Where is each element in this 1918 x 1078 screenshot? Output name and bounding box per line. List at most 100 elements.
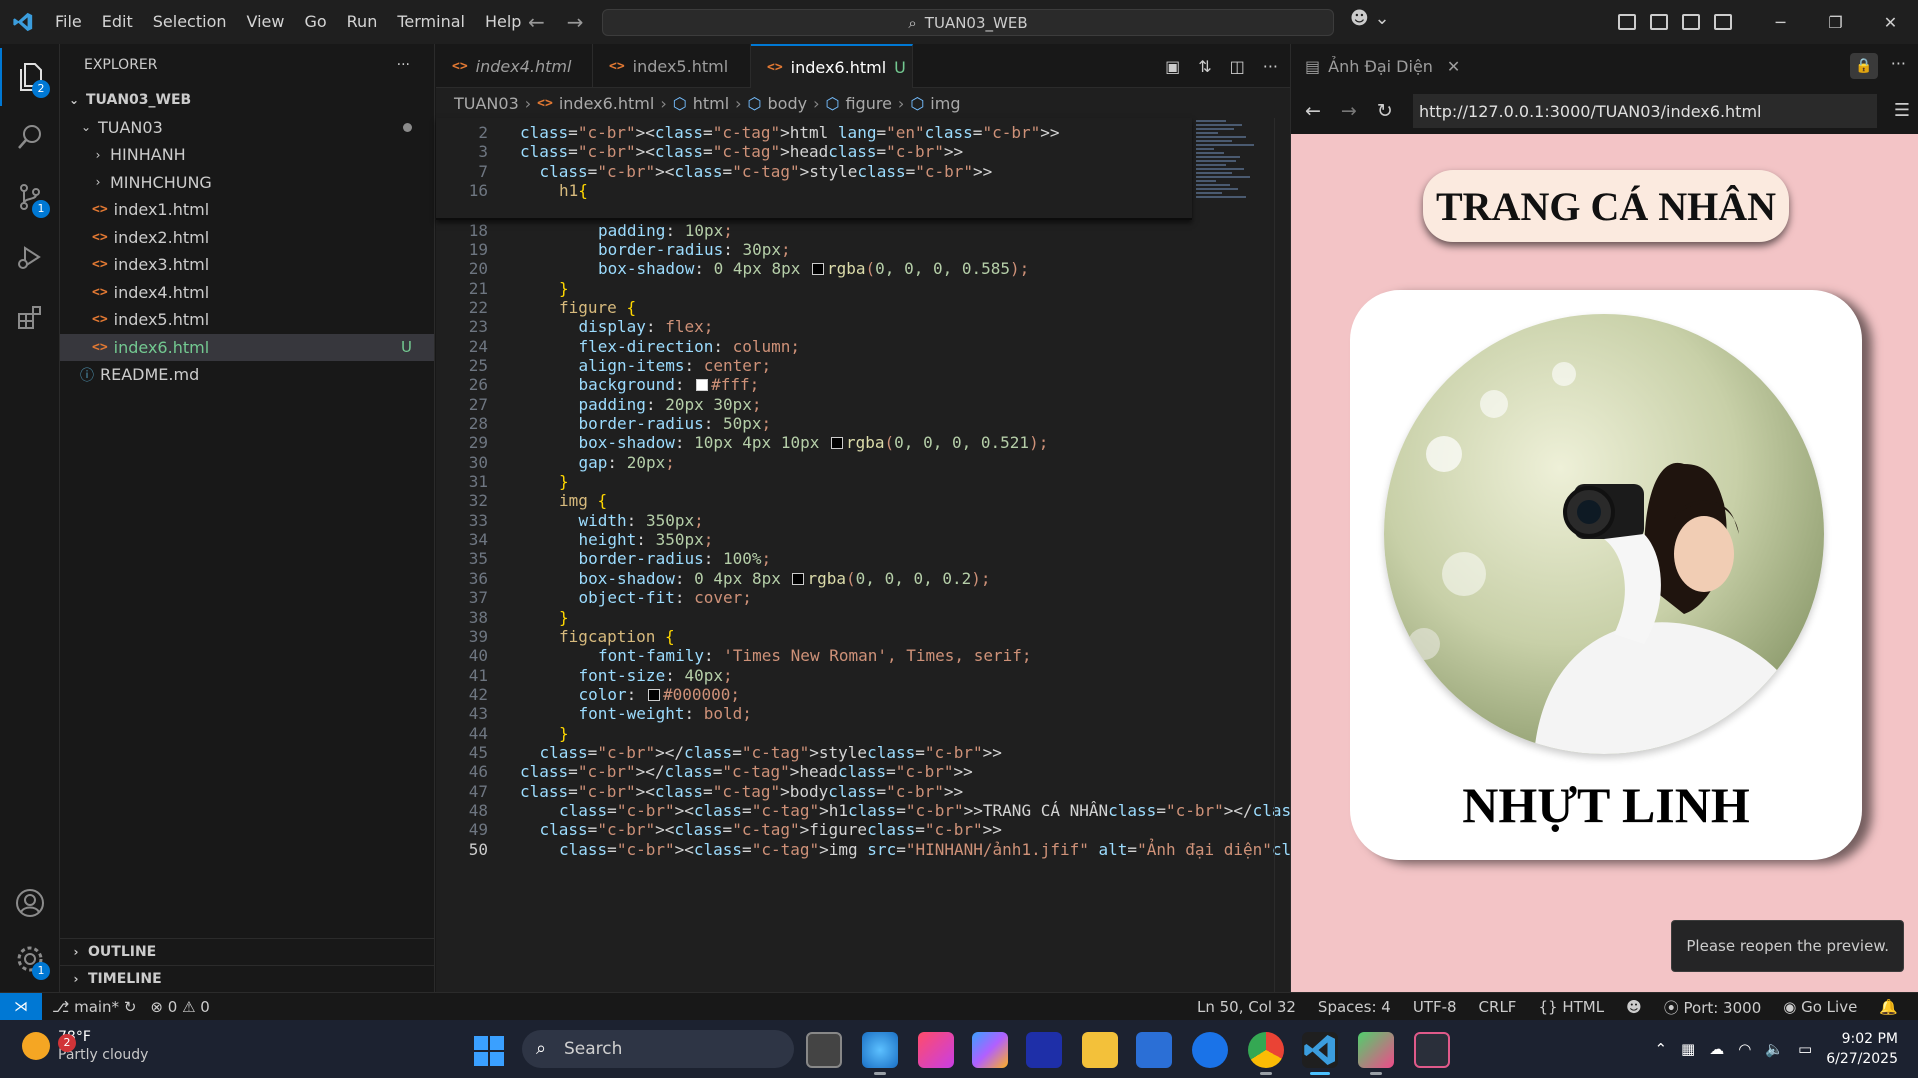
battery-icon[interactable]: ▭: [1798, 1040, 1812, 1058]
branch-status[interactable]: ⎇ main* ↻: [52, 998, 136, 1016]
menu-icon[interactable]: ☰: [1894, 100, 1910, 121]
breadcrumb-item[interactable]: index6.html: [559, 94, 654, 113]
explorer-icon[interactable]: 2: [0, 48, 60, 106]
wifi-icon[interactable]: ◠: [1738, 1040, 1751, 1058]
notifications-bell-icon[interactable]: 🔔: [1879, 998, 1898, 1016]
menu-selection[interactable]: Selection: [144, 0, 236, 44]
menu-terminal[interactable]: Terminal: [388, 0, 474, 44]
folder-minhchung[interactable]: › MINHCHUNG: [60, 169, 434, 197]
indentation-status[interactable]: Spaces: 4: [1318, 998, 1391, 1016]
accounts-icon[interactable]: [0, 874, 60, 932]
file-index1[interactable]: <> index1.html: [60, 196, 434, 224]
tab-index5[interactable]: <> index5.html: [593, 44, 751, 88]
chevron-up-icon[interactable]: ⌃: [1654, 1040, 1667, 1058]
copilot-icon[interactable]: ☻ ⌄: [1350, 8, 1390, 29]
snipping-tool-icon[interactable]: [1414, 1032, 1450, 1068]
extensions-icon[interactable]: [0, 288, 60, 346]
forward-arrow-icon[interactable]: →: [567, 10, 584, 34]
workspace-root[interactable]: ⌄ TUAN03_WEB: [60, 86, 434, 114]
more-actions-icon[interactable]: ···: [1891, 54, 1906, 73]
zalo-icon[interactable]: [1192, 1032, 1228, 1068]
taskbar-search[interactable]: ⌕ Search: [522, 1030, 794, 1068]
chrome-icon[interactable]: [1248, 1032, 1284, 1075]
close-icon[interactable]: ✕: [1863, 13, 1918, 32]
folder-hinhanh[interactable]: › HINHANH: [60, 141, 434, 169]
code-line[interactable]: 50 class="c-br"><class="c-tag">img src="H…: [436, 837, 1407, 861]
port-status[interactable]: ⦿ Port: 3000: [1664, 997, 1762, 1018]
open-preview-icon[interactable]: ▣: [1165, 57, 1180, 76]
run-debug-icon[interactable]: [0, 228, 60, 286]
vscode-taskbar-icon[interactable]: [1302, 1032, 1338, 1075]
creative-cloud-icon[interactable]: [918, 1032, 954, 1068]
preview-tab-title[interactable]: Ảnh Đại Diện: [1328, 57, 1433, 76]
more-actions-icon[interactable]: ···: [1263, 57, 1278, 76]
file-index4[interactable]: <> index4.html: [60, 279, 434, 307]
vertical-scrollbar[interactable]: [1274, 118, 1288, 992]
outline-section[interactable]: › OUTLINE: [60, 938, 435, 965]
manage-gear-icon[interactable]: 1: [0, 930, 60, 988]
more-actions-icon[interactable]: ···: [397, 57, 410, 73]
code-line[interactable]: 16 h1{: [436, 179, 1196, 203]
file-index5[interactable]: <> index5.html: [60, 306, 434, 334]
back-arrow-icon[interactable]: ←: [1305, 100, 1321, 122]
eol-status[interactable]: CRLF: [1479, 998, 1517, 1016]
folder-tuan03[interactable]: ⌄ TUAN03: [60, 114, 434, 142]
search-icon[interactable]: [0, 108, 60, 166]
go-live-status[interactable]: ◉ Go Live: [1783, 998, 1857, 1016]
breadcrumb-item[interactable]: TUAN03: [454, 94, 519, 113]
cursor-position[interactable]: Ln 50, Col 32: [1197, 998, 1296, 1016]
file-index6[interactable]: <> index6.html U: [60, 333, 434, 361]
copilot-status-icon[interactable]: ☻: [1626, 998, 1642, 1016]
forward-arrow-icon[interactable]: →: [1341, 100, 1357, 122]
customize-layout-icon[interactable]: [1618, 14, 1636, 30]
language-mode[interactable]: {} HTML: [1538, 998, 1604, 1016]
reload-icon[interactable]: ↻: [1377, 100, 1393, 122]
menu-run[interactable]: Run: [338, 0, 387, 44]
file-index3[interactable]: <> index3.html: [60, 251, 434, 279]
source-control-icon[interactable]: 1: [0, 168, 60, 226]
menu-view[interactable]: View: [238, 0, 294, 44]
menu-edit[interactable]: Edit: [93, 0, 142, 44]
edge-browser-icon[interactable]: [862, 1032, 898, 1075]
minimize-icon[interactable]: ─: [1753, 13, 1808, 32]
weather-widget[interactable]: 2 78°F Partly cloudy: [22, 1028, 148, 1064]
file-readme[interactable]: ⓘ README.md: [60, 361, 434, 389]
microsoft-store-icon[interactable]: [1136, 1032, 1172, 1068]
remote-icon[interactable]: ⋊: [0, 993, 42, 1020]
encoding-status[interactable]: UTF-8: [1413, 998, 1457, 1016]
tab-index6[interactable]: <> index6.html U: [751, 44, 913, 88]
lock-icon[interactable]: 🔒: [1850, 53, 1878, 79]
menu-file[interactable]: File: [46, 0, 91, 44]
problems-status[interactable]: ⊗ 0 ⚠ 0: [150, 998, 209, 1016]
toggle-sidebar-icon[interactable]: [1650, 14, 1668, 30]
copilot-app-icon[interactable]: [972, 1032, 1008, 1068]
menu-go[interactable]: Go: [295, 0, 335, 44]
tray-cloud-icon[interactable]: ☁: [1709, 1040, 1724, 1058]
menu-help[interactable]: Help: [476, 0, 530, 44]
breadcrumb-item[interactable]: img: [930, 94, 960, 113]
task-view-icon[interactable]: [806, 1032, 842, 1068]
breadcrumb-item[interactable]: html: [693, 94, 729, 113]
toggle-panel-icon[interactable]: [1682, 14, 1700, 30]
tray-app-icon[interactable]: ▦: [1681, 1040, 1695, 1058]
back-arrow-icon[interactable]: ←: [528, 10, 545, 34]
timeline-section[interactable]: › TIMELINE: [60, 965, 435, 992]
file-explorer-icon[interactable]: [1082, 1032, 1118, 1068]
clock[interactable]: 9:02 PM 6/27/2025: [1826, 1029, 1898, 1069]
file-index2[interactable]: <> index2.html: [60, 224, 434, 252]
colorful-app-icon[interactable]: [1358, 1032, 1394, 1075]
preview-notification[interactable]: Please reopen the preview.: [1671, 920, 1904, 972]
breadcrumb-item[interactable]: figure: [845, 94, 891, 113]
vscode-insiders-icon[interactable]: [1026, 1032, 1062, 1068]
command-center[interactable]: ⌕ TUAN03_WEB: [602, 9, 1334, 36]
compare-changes-icon[interactable]: ⇅: [1198, 57, 1211, 76]
minimap[interactable]: [1196, 118, 1268, 238]
preview-url-bar[interactable]: http://127.0.0.1:3000/TUAN03/index6.html: [1413, 94, 1877, 128]
restore-icon[interactable]: ❐: [1808, 13, 1863, 32]
tab-index4[interactable]: <> index4.html: [436, 44, 593, 88]
code-editor[interactable]: 2 class="c-br"><class="c-tag">html lang="…: [436, 118, 1542, 992]
windows-start-icon[interactable]: [474, 1036, 504, 1066]
split-editor-icon[interactable]: ◫: [1230, 57, 1245, 76]
breadcrumb-item[interactable]: body: [768, 94, 808, 113]
close-icon[interactable]: ✕: [1447, 57, 1460, 76]
